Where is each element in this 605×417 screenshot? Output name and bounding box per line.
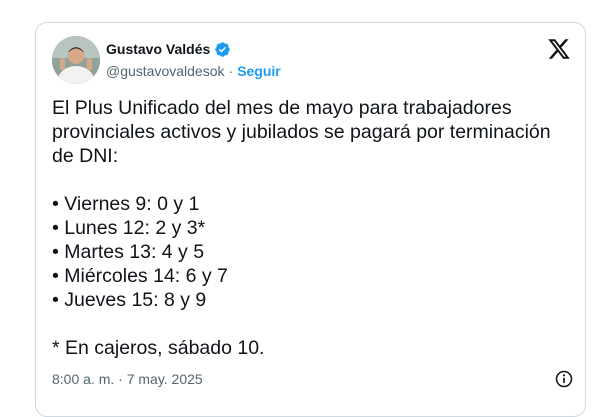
tweet-footer: 8:00 a. m. · 7 may. 2025 — [52, 369, 577, 389]
separator-dot: · — [228, 63, 234, 79]
tweet-line: de DNI: — [52, 145, 119, 167]
tweet-line: El Plus Unificado del mes de mayo para t… — [52, 97, 512, 119]
timestamp-link[interactable]: 8:00 a. m. · 7 may. 2025 — [52, 371, 203, 387]
schedule-item: • Miércoles 14: 6 y 7 — [52, 265, 228, 287]
info-icon[interactable] — [554, 369, 574, 389]
schedule-item: • Martes 13: 4 y 5 — [52, 241, 205, 263]
author-block: Gustavo Valdés @gustavovaldesok · Seguir — [106, 40, 281, 79]
tweet-card: Gustavo Valdés @gustavovaldesok · Seguir… — [35, 22, 586, 417]
tweet-line: provinciales activos y jubilados se paga… — [52, 121, 551, 143]
avatar[interactable] — [52, 36, 100, 84]
footnote-line: * En cajeros, sábado 10. — [52, 337, 265, 359]
avatar-photo — [52, 36, 100, 84]
x-logo-icon[interactable] — [547, 37, 571, 61]
schedule-item: • Lunes 12: 2 y 3* — [52, 217, 206, 239]
tweet-text: El Plus Unificado del mes de mayo para t… — [52, 96, 577, 360]
author-handle[interactable]: @gustavovaldesok — [106, 63, 225, 79]
verified-badge-icon — [215, 41, 231, 57]
follow-button[interactable]: Seguir — [237, 63, 281, 79]
author-name[interactable]: Gustavo Valdés — [106, 41, 210, 57]
schedule-item: • Jueves 15: 8 y 9 — [52, 289, 207, 311]
schedule-item: • Viernes 9: 0 y 1 — [52, 193, 200, 215]
